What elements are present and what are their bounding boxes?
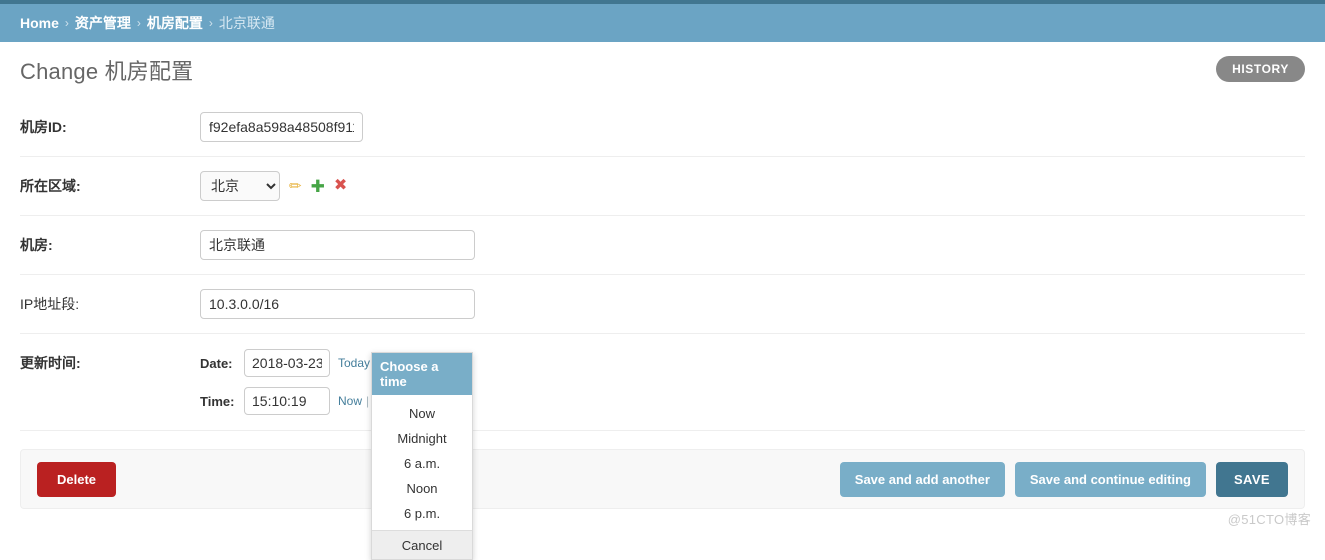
field-region: 北京 ✏ ✚ ✖ — [200, 171, 1305, 201]
date-label: Date: — [200, 355, 233, 371]
submit-row: Delete Save and add another Save and con… — [20, 449, 1305, 509]
delete-times-icon[interactable]: ✖ — [334, 178, 347, 194]
timepicker-option-row: Now — [372, 401, 472, 426]
breadcrumb-item-asset-management[interactable]: 资产管理 — [75, 13, 131, 33]
save-button[interactable]: SAVE — [1215, 461, 1288, 497]
timepicker-option-noon[interactable]: Noon — [372, 476, 472, 501]
shortcut-separator: | — [366, 394, 370, 408]
region-select[interactable]: 北京 — [200, 171, 280, 201]
page-title: Change 机房配置 — [20, 59, 194, 84]
watermark: @51CTO博客 — [1227, 512, 1311, 527]
edit-pencil-icon[interactable]: ✏ — [289, 179, 302, 194]
save-and-continue-button[interactable]: Save and continue editing — [1014, 461, 1206, 497]
time-label: Time: — [200, 393, 235, 409]
label-update-time: 更新时间: — [20, 355, 81, 371]
timepicker-options: Now Midnight 6 a.m. Noon 6 p.m. — [372, 395, 472, 530]
change-form: 机房ID: 所在区域: 北京 ✏ ✚ ✖ 机房: IP地址段: 更新时间: — [0, 98, 1325, 431]
timepicker-cancel-link[interactable]: Cancel — [402, 538, 442, 553]
timepicker-option-now[interactable]: Now — [372, 401, 472, 426]
delete-button[interactable]: Delete — [37, 461, 117, 497]
field-update-time: Date: Today | Time: — [200, 348, 1305, 416]
label-ip-range: IP地址段: — [20, 296, 80, 312]
breadcrumb-item-home[interactable]: Home — [20, 15, 59, 31]
idc-id-input[interactable] — [200, 112, 363, 142]
timepicker-option-6pm[interactable]: 6 p.m. — [372, 501, 472, 526]
timepicker-option-row: Midnight — [372, 426, 472, 451]
datetime-widget: Date: Today | Time: — [200, 348, 396, 416]
label-region: 所在区域: — [20, 178, 81, 194]
timepicker-option-row: 6 p.m. — [372, 501, 472, 526]
breadcrumb-item-idc-config[interactable]: 机房配置 — [147, 13, 203, 33]
timepicker-popup: Choose a time Now Midnight 6 a.m. Noon 6… — [371, 352, 473, 560]
label-idc-id: 机房ID: — [20, 119, 67, 135]
form-row-ip-range: IP地址段: — [20, 275, 1305, 334]
timepicker-option-row: Noon — [372, 476, 472, 501]
date-input[interactable] — [244, 349, 330, 377]
timepicker-option-row: 6 a.m. — [372, 451, 472, 476]
save-button-group: Save and add another Save and continue e… — [839, 461, 1288, 497]
form-row-idc-name: 机房: — [20, 216, 1305, 275]
history-button[interactable]: HISTORY — [1216, 56, 1305, 82]
breadcrumb-item-current: 北京联通 — [218, 15, 275, 31]
date-line: Date: Today | — [200, 348, 396, 378]
breadcrumb-separator: › — [136, 16, 141, 30]
label-idc-name: 机房: — [20, 237, 53, 253]
field-idc-id — [200, 112, 1305, 142]
field-idc-name — [200, 230, 1305, 260]
breadcrumb: Home › 资产管理 › 机房配置 › 北京联通 — [0, 4, 1325, 42]
idc-name-input[interactable] — [200, 230, 475, 260]
timepicker-option-midnight[interactable]: Midnight — [372, 426, 472, 451]
breadcrumb-separator: › — [208, 16, 213, 30]
now-shortcut-link[interactable]: Now — [338, 394, 362, 408]
time-line: Time: Now | — [200, 386, 396, 416]
today-shortcut-link[interactable]: Today — [338, 356, 370, 370]
time-input[interactable] — [244, 387, 330, 415]
ip-range-input[interactable] — [200, 289, 475, 319]
add-plus-icon[interactable]: ✚ — [311, 178, 325, 195]
timepicker-title: Choose a time — [372, 353, 472, 395]
form-row-region: 所在区域: 北京 ✏ ✚ ✖ — [20, 157, 1305, 216]
form-row-update-time: 更新时间: Date: Today | — [20, 334, 1305, 431]
save-and-add-another-button[interactable]: Save and add another — [839, 461, 1005, 497]
timepicker-option-6am[interactable]: 6 a.m. — [372, 451, 472, 476]
timepicker-cancel-row: Cancel — [372, 530, 472, 559]
field-ip-range — [200, 289, 1305, 319]
breadcrumb-separator: › — [64, 16, 69, 30]
form-row-idc-id: 机房ID: — [20, 98, 1305, 157]
page-header: Change 机房配置 HISTORY — [0, 42, 1325, 98]
